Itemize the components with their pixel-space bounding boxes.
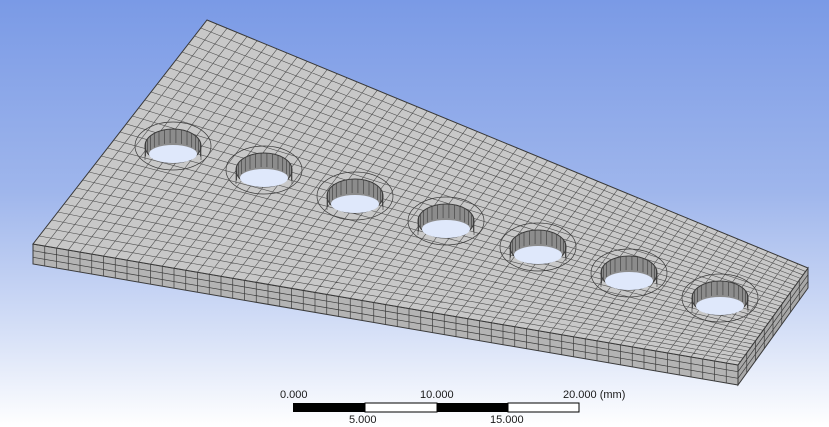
scale-label-0: 0.000 [280, 389, 308, 401]
scale-label-15: 15.000 [490, 414, 524, 426]
scale-label-20: 20.000 (mm) [563, 389, 626, 401]
scale-segment-3 [437, 403, 508, 412]
scale-segment-4 [507, 402, 580, 413]
scale-segment-2 [364, 402, 438, 413]
scale-label-5: 5.000 [349, 414, 377, 426]
3d-viewport[interactable]: 0.000 10.000 20.000 (mm) 5.000 15.000 [0, 0, 829, 427]
scale-ruler [293, 402, 580, 413]
scale-segment-1 [293, 403, 365, 412]
scale-label-10: 10.000 [420, 389, 454, 401]
